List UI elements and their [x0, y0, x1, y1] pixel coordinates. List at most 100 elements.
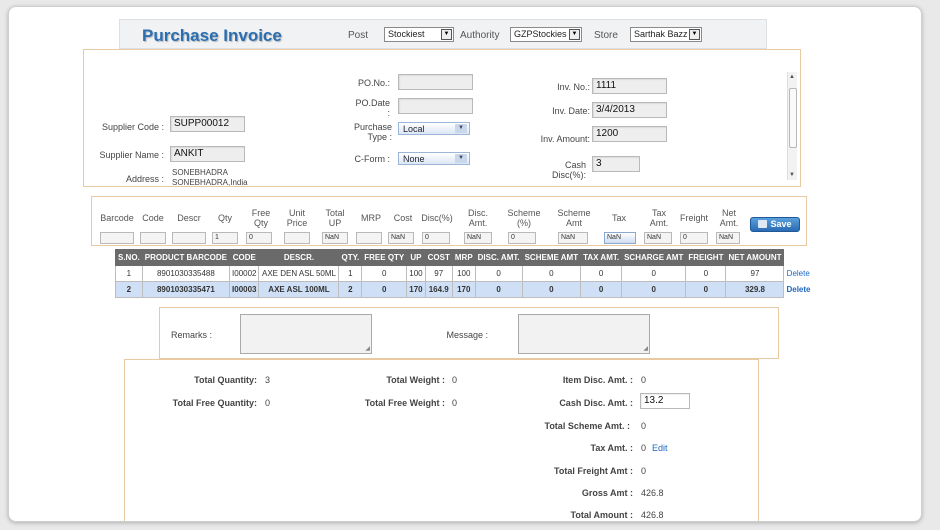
- post-select[interactable]: Stockiest ▼: [384, 27, 454, 42]
- items-table-header: S.NO. PRODUCT BARCODE CODE DESCR. QTY. F…: [115, 249, 813, 266]
- entry-disc-amt-input[interactable]: NaN: [464, 232, 492, 244]
- hdr-descr: Descr: [177, 213, 201, 223]
- resize-grip-icon[interactable]: ◢: [365, 345, 370, 352]
- supplier-name-field[interactable]: ANKIT: [170, 146, 245, 162]
- col-freight: FREIGHT: [685, 249, 727, 266]
- store-select[interactable]: Sarthak Bazz ▼: [630, 27, 702, 42]
- hdr-cost: Cost: [393, 213, 413, 223]
- cform-value: None: [403, 154, 425, 164]
- cell-code: I00003: [229, 281, 260, 298]
- col-code: CODE: [229, 249, 260, 266]
- cash-disc-label: Cash Disc(%):: [552, 160, 586, 180]
- entry-tax-amt-input[interactable]: NaN: [644, 232, 672, 244]
- header-bar: Purchase Invoice Post Stockiest ▼ Author…: [119, 19, 767, 49]
- inv-date-label: Inv. Date:: [552, 106, 590, 116]
- panel-scrollbar[interactable]: ▲ ▼: [787, 72, 797, 180]
- entry-unit-price-input[interactable]: [284, 232, 310, 244]
- remarks-textarea[interactable]: ◢: [240, 314, 372, 354]
- col-up: UP: [406, 249, 426, 266]
- authority-select-value: GZPStockies: [514, 29, 567, 39]
- entry-disc-pct-input[interactable]: 0: [422, 232, 450, 244]
- hdr-scheme-amt: Scheme Amt: [557, 208, 591, 228]
- tax-edit-link[interactable]: Edit: [652, 443, 668, 453]
- authority-select[interactable]: GZPStockies ▼: [510, 27, 582, 42]
- cell-net-amount: 329.8: [725, 281, 785, 298]
- cash-disc-field[interactable]: 3: [592, 156, 640, 172]
- cform-select[interactable]: None ▼: [398, 152, 470, 165]
- cell-up: 170: [406, 281, 426, 298]
- resize-grip-icon[interactable]: ◢: [643, 345, 648, 352]
- cell-scharge-amt: 0: [621, 265, 687, 282]
- table-row[interactable]: 1 8901030335488 I00002 AXE DEN ASL 50ML …: [115, 265, 813, 282]
- col-scheme-amt: SCHEME AMT: [521, 249, 582, 266]
- entry-code-input[interactable]: [140, 232, 166, 244]
- cell-tax-amt: 0: [580, 281, 623, 298]
- cell-sno: 1: [115, 265, 143, 282]
- inv-date-field[interactable]: 3/4/2013: [592, 102, 667, 118]
- authority-label: Authority: [460, 30, 500, 41]
- entry-barcode-input[interactable]: [100, 232, 134, 244]
- entry-total-up-input[interactable]: NaN: [322, 232, 348, 244]
- delete-link[interactable]: Delete: [783, 265, 813, 282]
- freight-total-label: Total Freight Amt :: [554, 466, 633, 476]
- po-no-field[interactable]: [398, 74, 473, 90]
- save-icon: [758, 220, 768, 228]
- message-label: Message :: [446, 330, 488, 340]
- remarks-label: Remarks :: [170, 330, 212, 340]
- inv-amount-field[interactable]: 1200: [592, 126, 667, 142]
- supplier-code-field[interactable]: SUPP00012: [170, 116, 245, 132]
- freight-total-value: 0: [641, 466, 647, 476]
- inv-amount-label: Inv. Amount:: [540, 134, 590, 144]
- gross-amt-value: 426.8: [641, 488, 664, 498]
- chevron-down-icon: ▼: [689, 29, 700, 40]
- address-line-2: SONEBHADRA,India: [172, 178, 248, 187]
- scrollbar-thumb[interactable]: [789, 88, 797, 148]
- scroll-down-icon[interactable]: ▼: [789, 172, 795, 178]
- entry-freight-input[interactable]: 0: [680, 232, 708, 244]
- col-action: [783, 249, 813, 266]
- inv-no-field[interactable]: 1111: [592, 78, 667, 94]
- total-qty-label: Total Quantity:: [194, 375, 257, 385]
- entry-qty-input[interactable]: 1: [212, 232, 238, 244]
- entry-cost-input[interactable]: NaN: [388, 232, 414, 244]
- entry-scheme-pct-input[interactable]: 0: [508, 232, 536, 244]
- cash-disc-amt-label: Cash Disc. Amt. :: [559, 398, 633, 408]
- scroll-up-icon[interactable]: ▲: [789, 74, 795, 80]
- cell-up: 100: [406, 265, 426, 282]
- message-textarea[interactable]: ◢: [518, 314, 650, 354]
- cell-disc-amt: 0: [474, 281, 523, 298]
- entry-mrp-input[interactable]: [356, 232, 382, 244]
- cell-cost: 164.9: [424, 281, 453, 298]
- totals-panel: Total Quantity: 3 Total Free Quantity: 0…: [124, 359, 759, 521]
- cell-scharge-amt: 0: [621, 281, 687, 298]
- hdr-disc-amt: Disc. Amt.: [468, 208, 488, 228]
- gross-amt-label: Gross Amt :: [581, 488, 633, 498]
- page-title: Purchase Invoice: [142, 26, 282, 45]
- hdr-tax-amt: Tax Amt.: [649, 208, 669, 228]
- total-free-weight-value: 0: [452, 398, 458, 408]
- cell-mrp: 170: [451, 281, 476, 298]
- table-row[interactable]: 2 8901030335471 I00003 AXE ASL 100ML 2 0…: [115, 281, 813, 298]
- col-disc-amt: DISC. AMT.: [474, 249, 523, 266]
- cash-disc-amt-field[interactable]: 13.2: [640, 393, 690, 409]
- save-button[interactable]: Save: [750, 217, 800, 232]
- entry-net-amt-input[interactable]: NaN: [716, 232, 740, 244]
- col-tax-amt: TAX AMT.: [580, 249, 623, 266]
- delete-link[interactable]: Delete: [783, 281, 813, 298]
- entry-scheme-amt-input[interactable]: NaN: [558, 232, 588, 244]
- total-free-qty-value: 0: [265, 398, 271, 408]
- col-cost: COST: [424, 249, 453, 266]
- cform-label: C-Form :: [354, 154, 391, 164]
- hdr-total-up: Total UP: [325, 208, 345, 228]
- purchase-type-select[interactable]: Local ▼: [398, 122, 470, 135]
- total-weight-value: 0: [452, 375, 458, 385]
- entry-free-qty-input[interactable]: 0: [246, 232, 272, 244]
- entry-tax-select[interactable]: NaN: [604, 232, 636, 244]
- chevron-down-icon: ▼: [455, 154, 467, 163]
- hdr-tax: Tax: [611, 213, 626, 223]
- hdr-disc-pct: Disc(%): [421, 213, 453, 223]
- cell-cost: 97: [424, 265, 453, 282]
- po-date-field[interactable]: [398, 98, 473, 114]
- hdr-free-qty: Free Qty: [251, 208, 271, 228]
- entry-descr-input[interactable]: [172, 232, 206, 244]
